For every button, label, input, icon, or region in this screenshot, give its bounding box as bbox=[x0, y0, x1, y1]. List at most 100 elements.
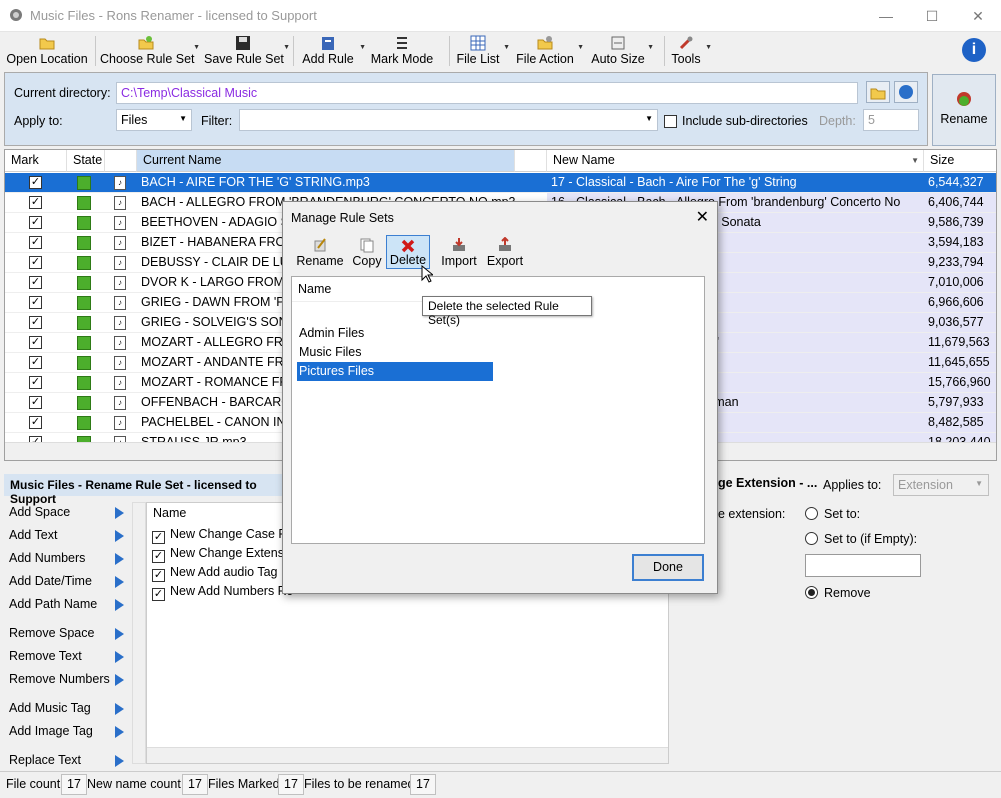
file-action-button[interactable]: File Action ▼ bbox=[514, 32, 584, 70]
mark-cell[interactable]: ✓ bbox=[5, 253, 67, 273]
applies-to-select[interactable]: Extension ▼ bbox=[893, 474, 989, 496]
apply-to-select[interactable]: Files ▼ bbox=[116, 109, 192, 131]
open-location-button[interactable]: Open Location bbox=[4, 32, 90, 70]
header-new-icon[interactable] bbox=[515, 150, 547, 172]
header-mark[interactable]: Mark bbox=[5, 150, 67, 172]
current-directory-input[interactable]: C:\Temp\Classical Music bbox=[116, 82, 858, 104]
dialog-export-button[interactable]: Export bbox=[483, 235, 527, 269]
list-item[interactable]: Music Files bbox=[297, 343, 493, 362]
chevron-down-icon[interactable]: ▼ bbox=[359, 44, 366, 51]
chevron-down-icon[interactable]: ▼ bbox=[705, 44, 712, 51]
rule-checkbox[interactable]: ✓ bbox=[152, 531, 165, 544]
list-item[interactable]: ✓ New Add Numbers Ru bbox=[152, 584, 292, 603]
rule-checkbox[interactable]: ✓ bbox=[152, 550, 165, 563]
dialog-close-button[interactable]: ✕ bbox=[696, 207, 709, 227]
mark-cell[interactable]: ✓ bbox=[5, 233, 67, 253]
close-button[interactable]: ✕ bbox=[955, 0, 1001, 32]
set-to-radio[interactable] bbox=[805, 507, 818, 520]
mark-cell[interactable]: ✓ bbox=[5, 393, 67, 413]
mark-checkbox[interactable]: ✓ bbox=[29, 236, 42, 249]
mark-cell[interactable]: ✓ bbox=[5, 273, 67, 293]
dialog-copy-button[interactable]: Copy bbox=[349, 235, 385, 269]
refresh-button[interactable] bbox=[894, 81, 918, 103]
rule-button-add-music-tag[interactable]: Add Music Tag bbox=[4, 698, 128, 720]
minimize-button[interactable]: — bbox=[863, 0, 909, 32]
choose-rule-set-button[interactable]: Choose Rule Set ▼ bbox=[100, 32, 200, 70]
remove-radio[interactable] bbox=[805, 586, 818, 599]
mark-cell[interactable]: ✓ bbox=[5, 333, 67, 353]
add-rule-button[interactable]: Add Rule ▼ bbox=[298, 32, 366, 70]
header-current-name[interactable]: Current Name bbox=[137, 150, 515, 172]
mark-cell[interactable]: ✓ bbox=[5, 293, 67, 313]
dialog-import-button[interactable]: Import bbox=[437, 235, 481, 269]
mark-cell[interactable]: ✓ bbox=[5, 353, 67, 373]
mark-checkbox[interactable]: ✓ bbox=[29, 316, 42, 329]
window-title: Music Files - Rons Renamer - licensed to… bbox=[30, 8, 317, 23]
extension-input[interactable] bbox=[805, 554, 921, 577]
file-list-button[interactable]: File List ▼ bbox=[454, 32, 510, 70]
filter-input[interactable]: ▼ bbox=[239, 109, 658, 131]
list-item[interactable]: ✓ New Add audio Tag R bbox=[152, 565, 292, 584]
mark-checkbox[interactable]: ✓ bbox=[29, 416, 42, 429]
list-item[interactable]: ✓ New Change Case Ru bbox=[152, 527, 292, 546]
list-item[interactable]: Admin Files bbox=[297, 324, 493, 343]
save-rule-set-button[interactable]: Save Rule Set ▼ bbox=[204, 32, 290, 70]
rule-button-replace-text[interactable]: Replace Text bbox=[4, 750, 128, 772]
mark-checkbox[interactable]: ✓ bbox=[29, 336, 42, 349]
left-scrollbar[interactable] bbox=[132, 502, 146, 764]
chevron-down-icon[interactable]: ▼ bbox=[193, 44, 200, 51]
mark-checkbox[interactable]: ✓ bbox=[29, 196, 42, 209]
mark-checkbox[interactable]: ✓ bbox=[29, 176, 42, 189]
table-row[interactable]: ✓ ♪ BACH - AIRE FOR THE 'G' STRING.mp3 17 -… bbox=[5, 173, 996, 193]
maximize-button[interactable]: ☐ bbox=[909, 0, 955, 32]
mark-cell[interactable]: ✓ bbox=[5, 213, 67, 233]
rule-button-remove-text[interactable]: Remove Text bbox=[4, 646, 128, 668]
list-item[interactable]: Pictures Files bbox=[297, 362, 493, 381]
browse-folder-button[interactable] bbox=[866, 81, 890, 103]
rule-button-add-image-tag[interactable]: Add Image Tag bbox=[4, 721, 128, 743]
include-subdirs-checkbox[interactable] bbox=[664, 115, 677, 128]
done-button[interactable]: Done bbox=[632, 554, 704, 581]
mark-checkbox[interactable]: ✓ bbox=[29, 356, 42, 369]
header-size[interactable]: Size bbox=[924, 150, 996, 172]
set-to-empty-radio[interactable] bbox=[805, 532, 818, 545]
rule-button-remove-space[interactable]: Remove Space bbox=[4, 623, 128, 645]
mark-checkbox[interactable]: ✓ bbox=[29, 256, 42, 269]
rule-button-add-path-name[interactable]: Add Path Name bbox=[4, 594, 128, 616]
mark-cell[interactable]: ✓ bbox=[5, 193, 67, 213]
depth-stepper[interactable]: 5 bbox=[863, 109, 919, 131]
header-state[interactable]: State bbox=[67, 150, 105, 172]
mark-checkbox[interactable]: ✓ bbox=[29, 216, 42, 229]
mark-cell[interactable]: ✓ bbox=[5, 313, 67, 333]
mark-checkbox[interactable]: ✓ bbox=[29, 376, 42, 389]
chevron-down-icon[interactable]: ▼ bbox=[577, 44, 584, 51]
rule-checkbox[interactable]: ✓ bbox=[152, 569, 165, 582]
mark-checkbox[interactable]: ✓ bbox=[29, 396, 42, 409]
mark-checkbox[interactable]: ✓ bbox=[29, 296, 42, 309]
tools-button[interactable]: Tools ▼ bbox=[668, 32, 712, 70]
rule-button-add-space[interactable]: Add Space bbox=[4, 502, 128, 524]
header-icon[interactable] bbox=[105, 150, 137, 172]
chevron-down-icon[interactable]: ▼ bbox=[283, 44, 290, 51]
remove-label: Remove bbox=[824, 586, 871, 600]
auto-size-button[interactable]: Auto Size ▼ bbox=[590, 32, 654, 70]
list-item[interactable]: ✓ New Change Extensio bbox=[152, 546, 292, 565]
rule-button-add-text[interactable]: Add Text bbox=[4, 525, 128, 547]
rule-button-add-date-time[interactable]: Add Date/Time bbox=[4, 571, 128, 593]
chevron-down-icon[interactable]: ▼ bbox=[503, 44, 510, 51]
header-new-name[interactable]: New Name ▼ bbox=[547, 150, 924, 172]
mark-cell[interactable]: ✓ bbox=[5, 413, 67, 433]
rename-button[interactable]: Rename bbox=[932, 74, 996, 146]
rule-button-add-numbers[interactable]: Add Numbers bbox=[4, 548, 128, 570]
mark-mode-button[interactable]: Mark Mode bbox=[368, 32, 436, 70]
info-icon[interactable]: i bbox=[962, 38, 986, 62]
dialog-rename-button[interactable]: Rename bbox=[295, 235, 345, 269]
dialog-delete-button[interactable]: Delete bbox=[386, 235, 430, 269]
chevron-down-icon[interactable]: ▼ bbox=[647, 44, 654, 51]
mark-checkbox[interactable]: ✓ bbox=[29, 276, 42, 289]
mark-cell[interactable]: ✓ bbox=[5, 373, 67, 393]
rule-checkbox[interactable]: ✓ bbox=[152, 588, 165, 601]
rule-button-remove-numbers[interactable]: Remove Numbers bbox=[4, 669, 128, 691]
rule-list-scrollbar[interactable] bbox=[147, 747, 668, 763]
mark-cell[interactable]: ✓ bbox=[5, 173, 67, 193]
